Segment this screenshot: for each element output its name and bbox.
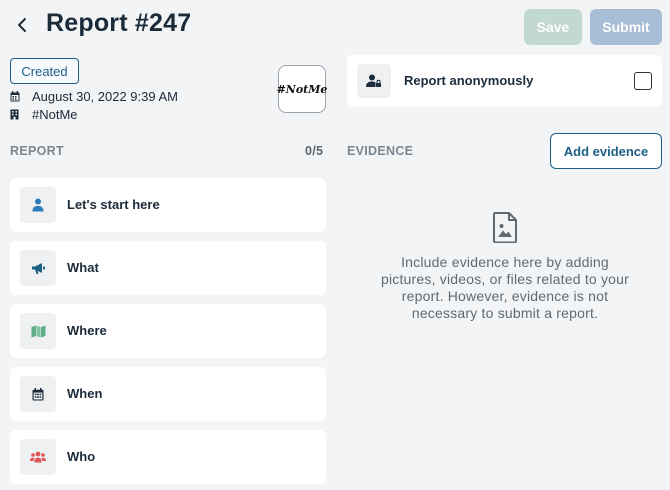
anonymous-user-icon bbox=[357, 64, 391, 98]
anonymous-card[interactable]: Report anonymously bbox=[347, 55, 662, 107]
anonymous-checkbox[interactable] bbox=[634, 72, 652, 90]
page-title: Report #247 bbox=[46, 9, 192, 37]
anonymous-label: Report anonymously bbox=[404, 73, 534, 88]
report-item-what[interactable]: What bbox=[10, 241, 326, 295]
organization-logo: #NotMe bbox=[277, 65, 327, 113]
people-icon bbox=[20, 439, 56, 475]
image-file-icon bbox=[492, 211, 518, 243]
megaphone-icon bbox=[20, 250, 56, 286]
report-item-label: Let's start here bbox=[67, 197, 160, 212]
save-button[interactable]: Save bbox=[524, 9, 582, 45]
organization-row: #NotMe bbox=[10, 107, 78, 122]
report-item-start[interactable]: Let's start here bbox=[10, 178, 326, 232]
report-date-row: August 30, 2022 9:39 AM bbox=[10, 89, 178, 104]
building-icon bbox=[10, 109, 22, 121]
report-item-where[interactable]: Where bbox=[10, 304, 326, 358]
report-date: August 30, 2022 9:39 AM bbox=[32, 89, 178, 104]
submit-button[interactable]: Submit bbox=[590, 9, 662, 45]
report-item-when[interactable]: When bbox=[10, 367, 326, 421]
calendar-icon bbox=[10, 91, 22, 103]
organization-name: #NotMe bbox=[32, 107, 78, 122]
report-item-label: Where bbox=[67, 323, 107, 338]
map-icon bbox=[20, 313, 56, 349]
report-section-label: REPORT bbox=[10, 144, 64, 158]
report-item-label: Who bbox=[67, 449, 96, 464]
evidence-empty-text: Include evidence here by adding pictures… bbox=[380, 254, 630, 321]
add-evidence-button[interactable]: Add evidence bbox=[550, 133, 662, 169]
calendar-icon bbox=[20, 376, 56, 412]
report-item-label: What bbox=[67, 260, 99, 275]
report-item-label: When bbox=[67, 386, 103, 401]
report-progress: 0/5 bbox=[305, 144, 324, 158]
report-item-who[interactable]: Who bbox=[10, 430, 326, 484]
chevron-left-icon bbox=[18, 18, 26, 32]
person-icon bbox=[20, 187, 56, 223]
status-badge: Created bbox=[10, 58, 79, 84]
back-button[interactable] bbox=[10, 12, 34, 38]
evidence-section-label: EVIDENCE bbox=[347, 144, 414, 158]
